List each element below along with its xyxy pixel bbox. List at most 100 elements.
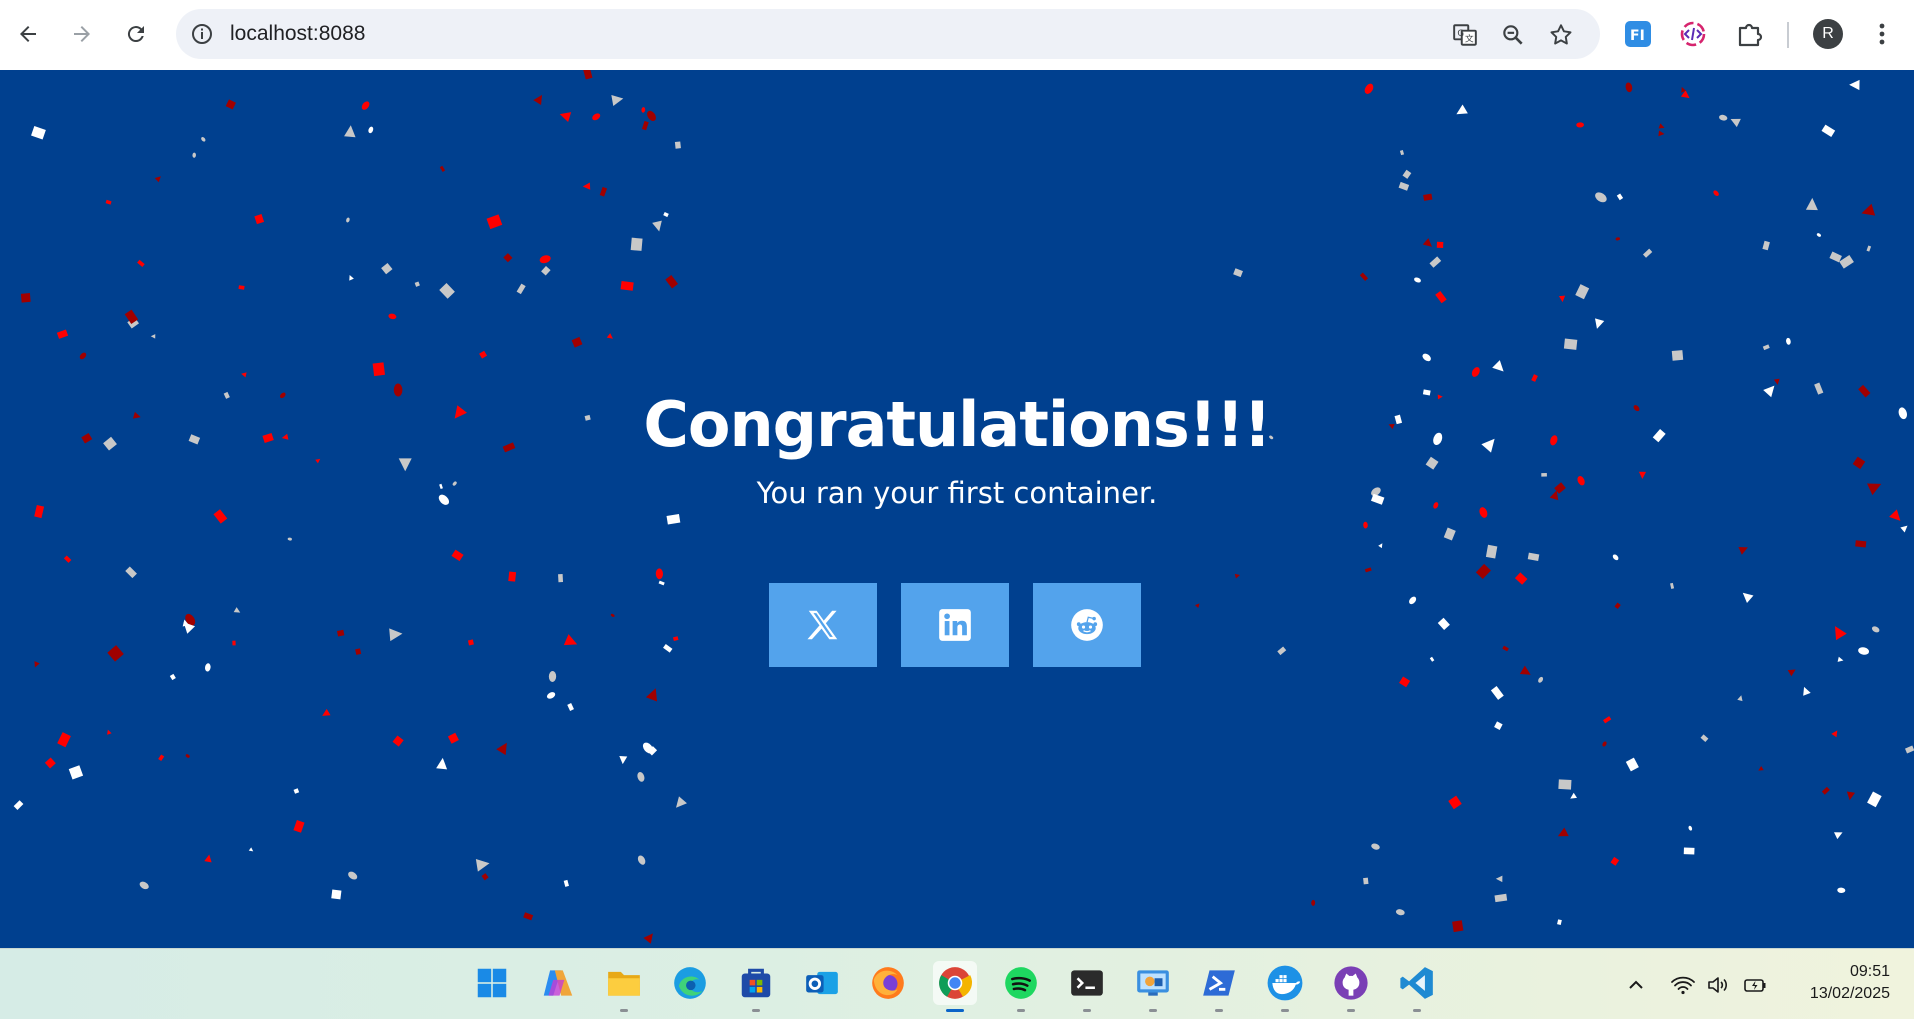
taskbar-chrome[interactable] xyxy=(933,961,977,1012)
taskbar-vscode[interactable] xyxy=(1395,961,1439,1012)
confetti-piece xyxy=(1422,238,1433,247)
share-reddit-button[interactable] xyxy=(1033,583,1141,667)
confetti-piece xyxy=(1195,603,1200,609)
vscode-icon xyxy=(1400,967,1433,999)
wifi-icon[interactable] xyxy=(1670,973,1696,997)
confetti-piece xyxy=(1233,268,1243,278)
taskbar-firefox[interactable] xyxy=(866,961,910,1005)
forward-button[interactable] xyxy=(62,14,102,54)
confetti-piece xyxy=(1719,114,1728,121)
confetti-piece xyxy=(641,107,646,113)
confetti-piece xyxy=(201,137,206,142)
confetti-piece xyxy=(1429,656,1435,662)
volume-icon[interactable] xyxy=(1706,973,1732,997)
confetti-piece xyxy=(1575,284,1590,300)
confetti-piece xyxy=(34,661,40,668)
confetti-piece xyxy=(541,265,551,276)
confetti-piece xyxy=(349,275,354,281)
taskbar-start[interactable] xyxy=(470,961,514,1005)
confetti-piece xyxy=(154,176,161,183)
confetti-piece xyxy=(1833,832,1843,840)
extension-code-icon[interactable] xyxy=(1677,18,1709,50)
confetti-piece xyxy=(558,573,564,583)
confetti-piece xyxy=(389,628,403,642)
reload-button[interactable] xyxy=(116,14,156,54)
taskbar-terminal[interactable] xyxy=(1065,961,1109,1012)
confetti-piece xyxy=(368,126,374,134)
confetti-piece xyxy=(1871,626,1880,633)
confetti-piece xyxy=(355,648,362,655)
show-hidden-icons-chevron-icon[interactable] xyxy=(1624,973,1648,997)
confetti-piece xyxy=(481,873,489,881)
translate-icon[interactable]: G文 xyxy=(1452,22,1478,48)
confetti-piece xyxy=(1364,83,1374,94)
confetti-piece xyxy=(63,555,72,563)
taskbar-docker[interactable] xyxy=(1263,961,1307,1012)
confetti-piece xyxy=(599,186,608,197)
confetti-piece xyxy=(436,757,448,770)
taskbar-clock[interactable]: 09:51 13/02/2025 xyxy=(1810,961,1890,1005)
confetti-piece xyxy=(169,673,176,681)
confetti-piece xyxy=(1602,741,1607,747)
menu-kebab-icon[interactable] xyxy=(1866,18,1898,50)
confetti-piece xyxy=(1538,676,1544,683)
confetti-piece xyxy=(125,566,137,579)
site-info-icon[interactable] xyxy=(190,22,214,46)
confetti-piece xyxy=(1816,233,1821,237)
back-button[interactable] xyxy=(8,14,48,54)
url-text[interactable]: localhost:8088 xyxy=(230,22,365,46)
confetti-piece xyxy=(1671,350,1684,361)
confetti-piece xyxy=(559,112,572,123)
taskbar-powershell[interactable] xyxy=(1197,961,1241,1012)
extension-fi-icon[interactable]: FI xyxy=(1622,18,1654,50)
confetti-piece xyxy=(392,735,404,747)
confetti-piece xyxy=(663,643,673,653)
taskbar-github-desktop[interactable] xyxy=(1329,961,1373,1012)
bookmark-star-icon[interactable] xyxy=(1548,22,1574,48)
confetti-piece xyxy=(610,613,615,617)
page-subtitle: You ran your first container. xyxy=(756,476,1158,510)
share-linkedin-button[interactable] xyxy=(901,583,1009,667)
confetti-piece xyxy=(137,259,145,267)
confetti-piece xyxy=(44,757,56,769)
profile-avatar[interactable]: R xyxy=(1813,19,1843,49)
confetti-piece xyxy=(1435,290,1447,304)
extensions-puzzle-icon[interactable] xyxy=(1733,18,1765,50)
confetti-piece xyxy=(1576,122,1584,128)
remote-desktop-icon xyxy=(1137,970,1169,996)
confetti-piece xyxy=(475,858,490,872)
confetti-piece xyxy=(1234,573,1241,579)
confetti-piece xyxy=(1414,277,1421,283)
confetti-piece xyxy=(1502,645,1509,652)
confetti-piece xyxy=(479,350,488,359)
taskbar-remote-desktop[interactable] xyxy=(1131,961,1175,1012)
reddit-icon xyxy=(1071,609,1103,641)
taskbar-microsoft-store[interactable] xyxy=(734,961,778,1012)
zoom-icon[interactable] xyxy=(1500,22,1526,48)
confetti-piece xyxy=(1683,847,1695,855)
confetti-piece xyxy=(107,645,124,662)
taskbar-spotify[interactable] xyxy=(999,961,1043,1012)
battery-icon[interactable] xyxy=(1742,973,1768,997)
confetti-piece xyxy=(1866,245,1872,252)
share-x-button[interactable] xyxy=(769,583,877,667)
extension-fi-label: FI xyxy=(1630,28,1645,44)
confetti-piece xyxy=(567,703,574,711)
confetti-piece xyxy=(414,281,420,287)
taskbar-edge[interactable] xyxy=(668,961,712,1005)
running-indicator xyxy=(1215,1009,1223,1012)
confetti-piece xyxy=(546,692,556,699)
taskbar-file-explorer[interactable] xyxy=(602,961,646,1012)
address-bar[interactable]: localhost:8088 G文 xyxy=(176,9,1600,59)
confetti-piece xyxy=(348,871,358,880)
confetti-piece xyxy=(1610,856,1620,866)
taskbar-outlook[interactable] xyxy=(800,961,844,1005)
page-viewport: Congratulations!!! You ran your first co… xyxy=(0,70,1914,948)
confetti-piece xyxy=(1742,592,1754,603)
confetti-piece xyxy=(619,755,628,765)
taskbar-copilot[interactable] xyxy=(536,961,580,1005)
confetti-piece xyxy=(238,285,245,290)
confetti-piece xyxy=(1861,203,1876,216)
confetti-piece xyxy=(467,639,474,646)
confetti-piece xyxy=(1563,338,1578,350)
